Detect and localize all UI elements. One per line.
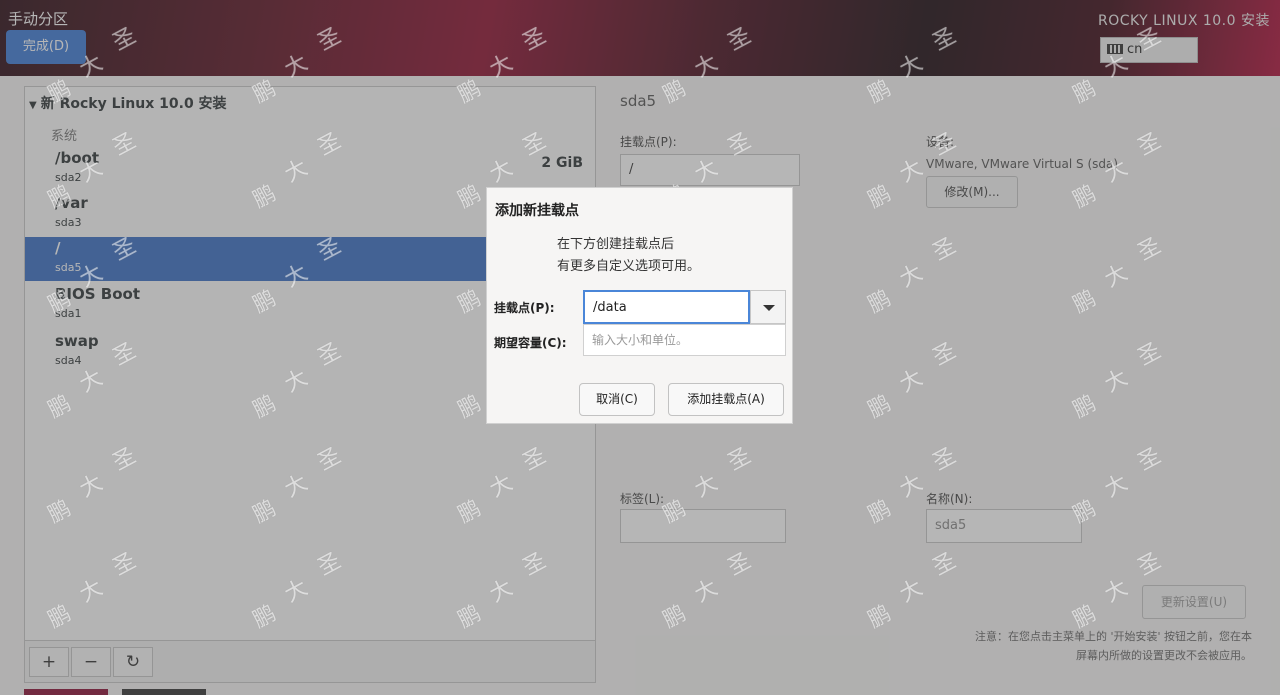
cancel-button[interactable]: 取消(C) (579, 383, 655, 416)
dialog-title: 添加新挂载点 (495, 203, 579, 219)
mount-point-label: 挂载点(P): (494, 301, 555, 315)
add-mount-point-dialog: 添加新挂载点 在下方创建挂载点后 有更多自定义选项可用。 挂载点(P): 期望容… (486, 187, 793, 424)
desired-capacity-label: 期望容量(C): (494, 336, 567, 350)
desired-capacity-input[interactable] (583, 324, 786, 356)
mount-point-input[interactable] (583, 290, 750, 324)
mount-point-combo (583, 290, 786, 324)
dialog-message-line1: 在下方创建挂载点后 (557, 237, 675, 252)
mount-point-dropdown-button[interactable] (750, 290, 786, 324)
add-mount-point-button[interactable]: 添加挂载点(A) (668, 383, 784, 416)
dialog-message: 在下方创建挂载点后 有更多自定义选项可用。 (557, 234, 700, 278)
dialog-message-line2: 有更多自定义选项可用。 (557, 259, 701, 274)
